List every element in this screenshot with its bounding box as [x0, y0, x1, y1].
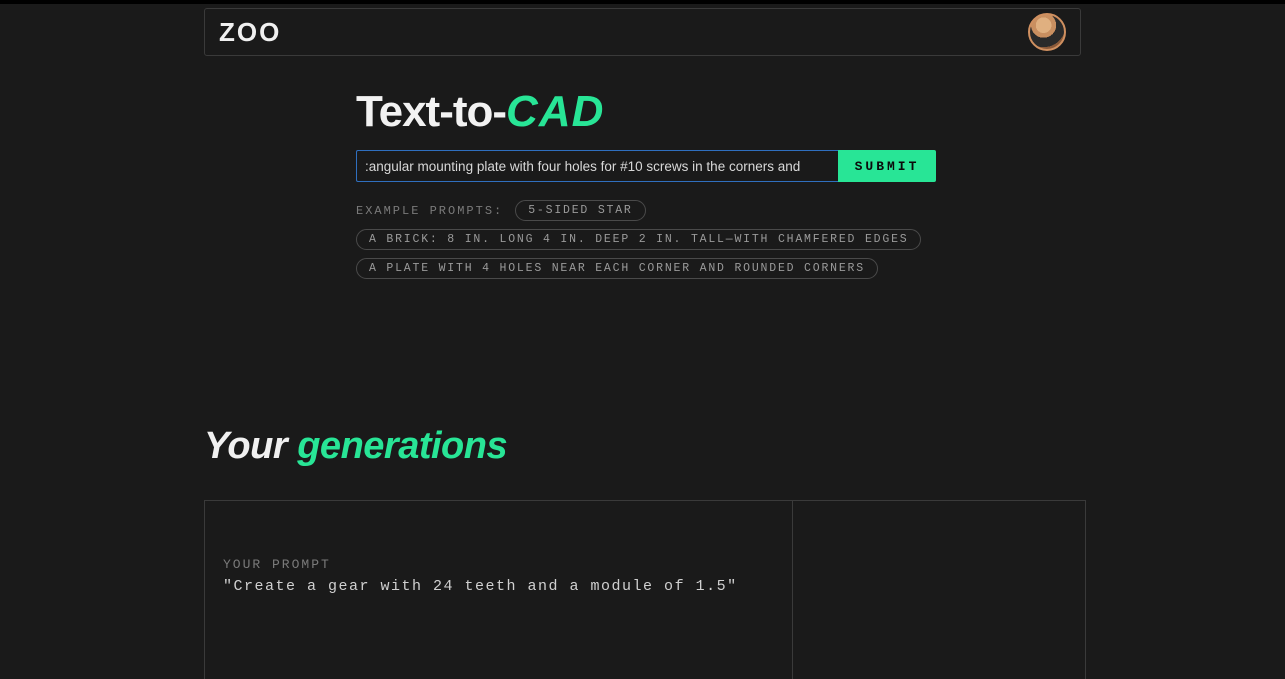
submit-button[interactable]: SUBMIT [838, 150, 936, 182]
example-prompts: EXAMPLE PROMPTS: 5-SIDED STAR A BRICK: 8… [356, 200, 936, 279]
title-part1: Text-to- [356, 87, 506, 136]
example-chip[interactable]: A PLATE WITH 4 HOLES NEAR EACH CORNER AN… [356, 258, 878, 279]
generations-title: Your generations [204, 425, 1086, 468]
avatar[interactable] [1028, 13, 1066, 51]
prompt-input[interactable] [356, 150, 838, 182]
example-chip[interactable]: A BRICK: 8 IN. LONG 4 IN. DEEP 2 IN. TAL… [356, 229, 921, 250]
prompt-section: Text-to-CAD SUBMIT EXAMPLE PROMPTS: 5-SI… [356, 90, 936, 279]
example-prompts-label: EXAMPLE PROMPTS: [356, 204, 503, 218]
window-top-strip [0, 0, 1285, 4]
logo[interactable]: ZOO [219, 17, 281, 48]
prompt-row: SUBMIT [356, 150, 936, 182]
generations-section: Your generations YOUR PROMPT "Create a g… [204, 425, 1086, 679]
generations-grid: YOUR PROMPT "Create a gear with 24 teeth… [204, 500, 1086, 679]
generation-card[interactable]: YOUR PROMPT "Create a gear with 24 teeth… [205, 501, 793, 679]
header-bar: ZOO [204, 8, 1081, 56]
generations-title-part2: generations [297, 425, 507, 467]
title-part2: CAD [506, 87, 604, 136]
logo-text: ZOO [219, 17, 281, 48]
generation-prompt-text: "Create a gear with 24 teeth and a modul… [223, 578, 774, 595]
page-title: Text-to-CAD [356, 90, 936, 134]
generations-title-part1: Your [204, 425, 297, 467]
example-chip[interactable]: 5-SIDED STAR [515, 200, 645, 221]
generation-card-empty [793, 501, 1085, 679]
generation-prompt-label: YOUR PROMPT [223, 557, 774, 572]
